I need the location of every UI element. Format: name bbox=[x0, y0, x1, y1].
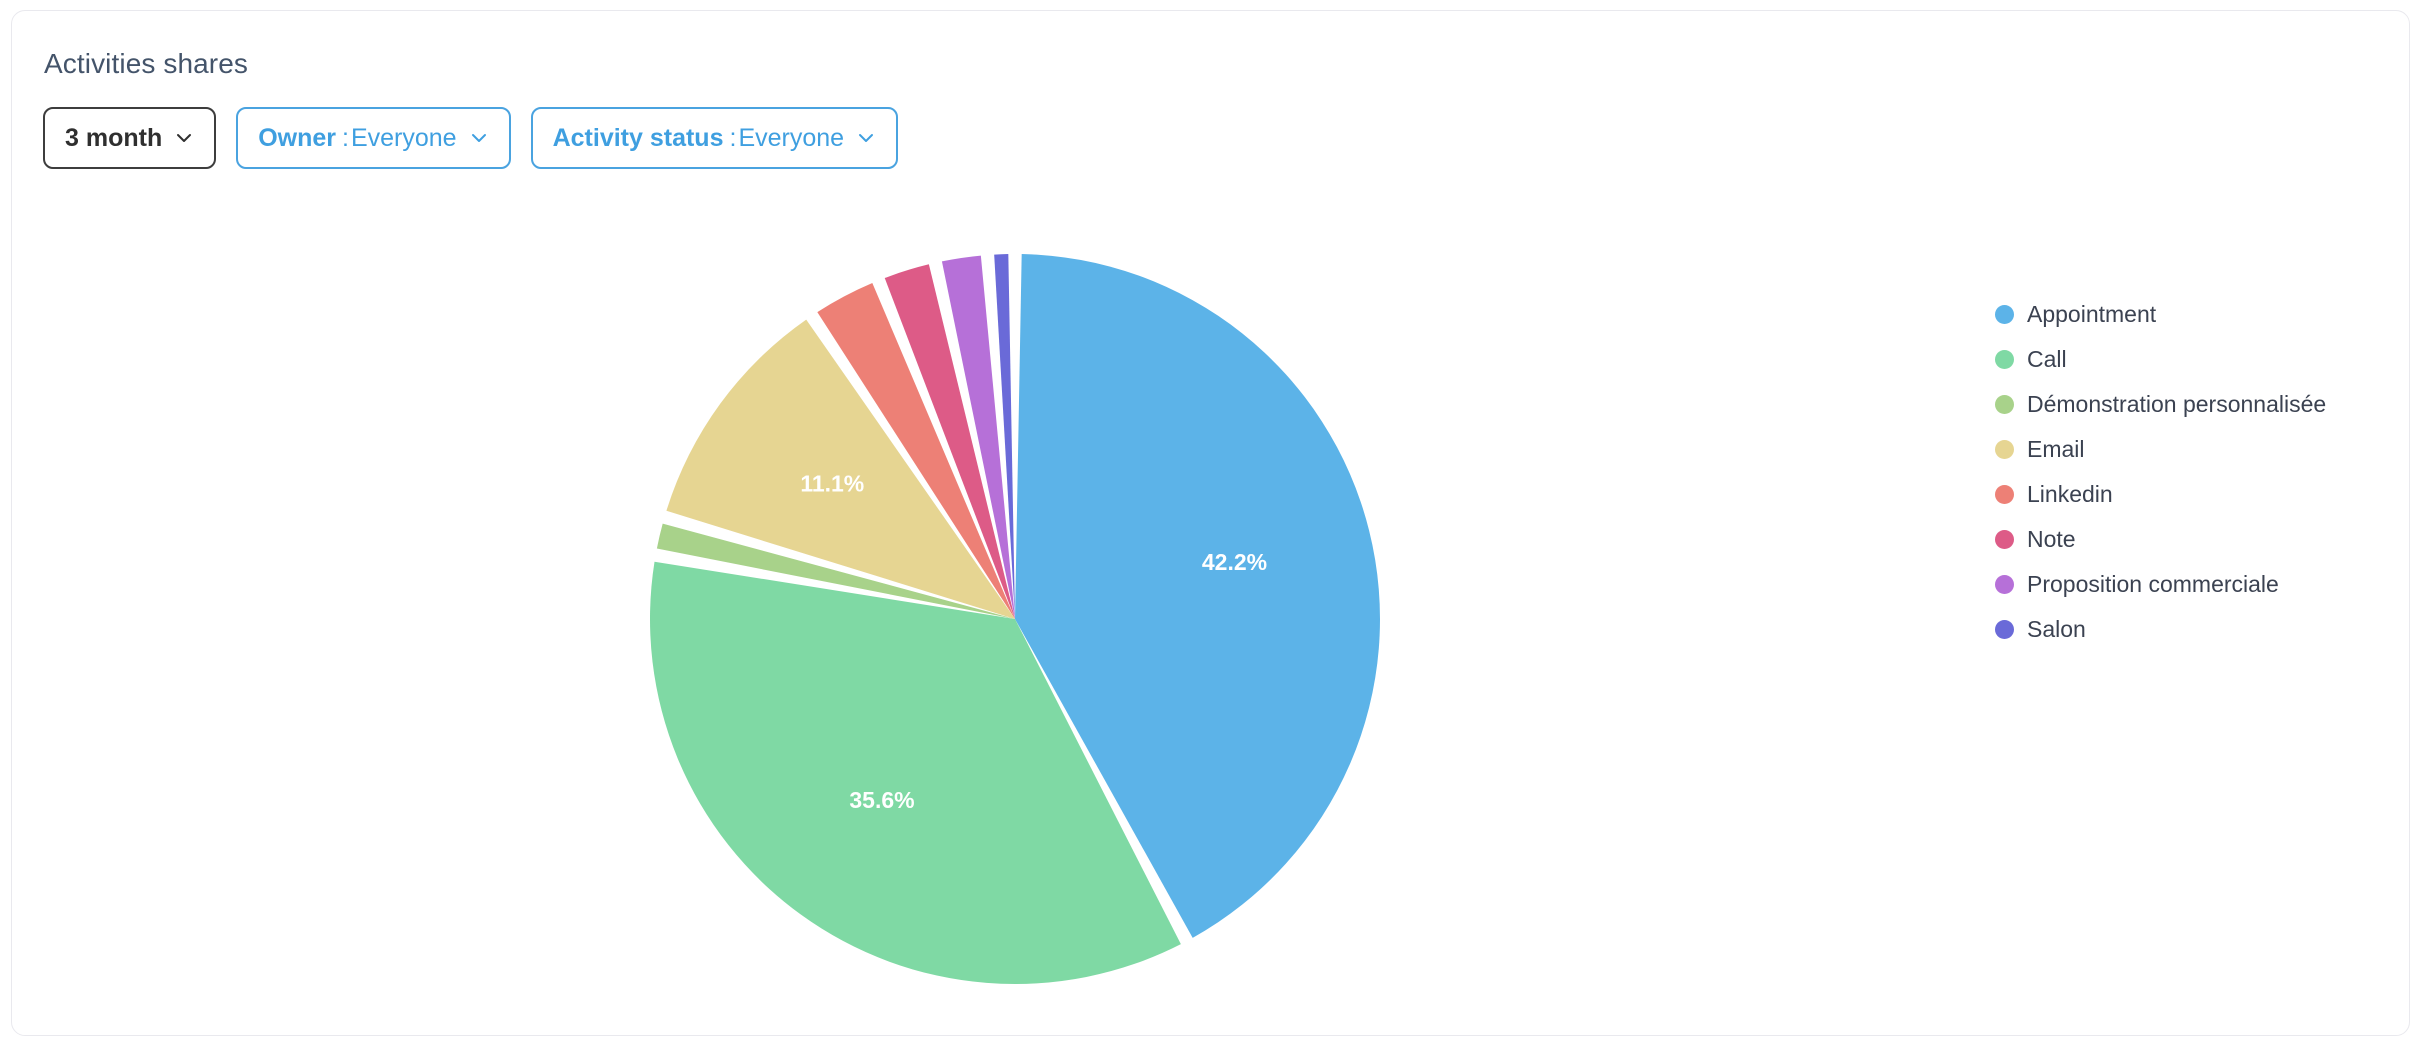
pie-slice-label: 11.1% bbox=[800, 470, 864, 496]
filter-chip-activity-status-key: Activity status bbox=[552, 123, 724, 152]
legend-item-label: Email bbox=[2027, 436, 2085, 462]
legend-item-label: Proposition commerciale bbox=[2027, 571, 2279, 597]
legend-item[interactable]: Salon bbox=[1995, 607, 2326, 652]
legend-item[interactable]: Linkedin bbox=[1995, 472, 2326, 517]
legend-item[interactable]: Démonstration personnalisée bbox=[1995, 382, 2326, 427]
filter-chip-owner[interactable]: Owner:Everyone bbox=[236, 107, 511, 169]
filter-chip-owner-key: Owner bbox=[258, 123, 337, 152]
filter-chip-period-key: 3 month bbox=[65, 123, 163, 152]
pie-slice-label: 35.6% bbox=[849, 787, 914, 813]
filter-chip-owner-separator: : bbox=[342, 123, 349, 152]
chevron-down-icon bbox=[856, 128, 876, 148]
legend-swatch-icon bbox=[1995, 305, 2014, 324]
legend-swatch-icon bbox=[1995, 620, 2014, 639]
legend-item-label: Appointment bbox=[2027, 301, 2157, 327]
legend-item[interactable]: Note bbox=[1995, 517, 2326, 562]
filter-chip-owner-value: Everyone bbox=[350, 123, 457, 152]
legend-swatch-icon bbox=[1995, 530, 2014, 549]
filter-chip-activity-status[interactable]: Activity status:Everyone bbox=[530, 107, 899, 169]
filter-chip-period[interactable]: 3 month bbox=[43, 107, 217, 169]
legend-item-label: Salon bbox=[2027, 616, 2086, 642]
legend-item[interactable]: Appointment bbox=[1995, 292, 2326, 337]
filter-chip-activity-status-value: Everyone bbox=[738, 123, 845, 152]
pie-slice-label: 42.2% bbox=[1202, 549, 1267, 575]
legend-swatch-icon bbox=[1995, 440, 2014, 459]
filter-chip-activity-status-separator: : bbox=[729, 123, 737, 152]
page-title: Activities shares bbox=[44, 48, 248, 79]
legend-item-label: Note bbox=[2027, 526, 2076, 552]
legend-swatch-icon bbox=[1995, 395, 2014, 414]
legend-item-label: Linkedin bbox=[2027, 481, 2113, 507]
pie-slice-group bbox=[649, 254, 1380, 985]
legend-item[interactable]: Call bbox=[1995, 337, 2326, 382]
legend-item-label: Call bbox=[2027, 346, 2067, 372]
chevron-down-icon bbox=[174, 128, 194, 148]
legend-swatch-icon bbox=[1995, 350, 2014, 369]
legend-item[interactable]: Proposition commerciale bbox=[1995, 562, 2326, 607]
pie-chart[interactable]: 42.2% 35.6% 11.1% bbox=[612, 236, 1402, 1016]
legend-item-label: Démonstration personnalisée bbox=[2027, 391, 2327, 417]
legend-swatch-icon bbox=[1995, 575, 2014, 594]
filter-bar: 3 month Owner:Everyone Activity status:E… bbox=[43, 107, 899, 169]
activities-shares-card: Activities shares 3 month Owner:Everyone… bbox=[11, 10, 2410, 1036]
legend-item[interactable]: Email bbox=[1995, 427, 2326, 472]
chart-legend: Appointment Call Démonstration personnalis… bbox=[1995, 292, 2326, 652]
legend-swatch-icon bbox=[1995, 485, 2014, 504]
chevron-down-icon bbox=[469, 128, 489, 148]
